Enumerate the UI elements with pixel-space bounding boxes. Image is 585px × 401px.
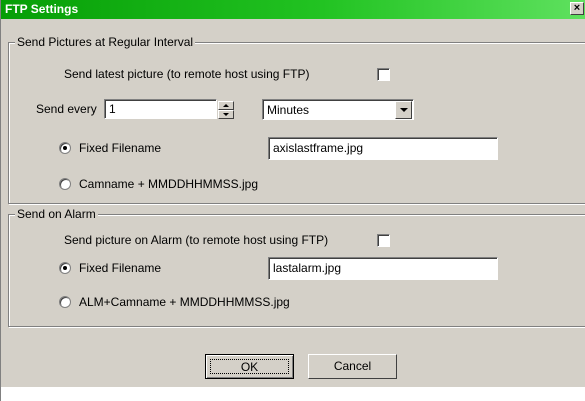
camname-radio[interactable] <box>59 178 71 190</box>
cancel-button[interactable]: Cancel <box>308 354 397 379</box>
ftp-settings-dialog: FTP Settings × Send Pictures at Regular … <box>0 0 585 401</box>
bottom-edge <box>1 387 585 401</box>
interval-unit-dropdown-button[interactable] <box>395 101 412 119</box>
send-latest-label: Send latest picture (to remote host usin… <box>64 67 310 81</box>
alarm-group-title: Send on Alarm <box>15 207 98 221</box>
alm-camname-label: ALM+Camname + MMDDHHMMSS.jpg <box>79 295 290 309</box>
interval-unit-select[interactable]: Minutes <box>262 99 414 120</box>
send-latest-checkbox[interactable] <box>377 68 390 81</box>
alarm-fixed-filename-input[interactable]: lastalarm.jpg <box>268 257 498 280</box>
arrow-up-icon <box>223 104 229 107</box>
spin-up-button[interactable] <box>218 101 234 110</box>
close-button[interactable]: × <box>570 2 584 15</box>
regular-fixed-filename-label: Fixed Filename <box>79 141 162 155</box>
send-alarm-checkbox[interactable] <box>377 234 390 247</box>
send-alarm-label: Send picture on Alarm (to remote host us… <box>64 233 329 247</box>
alm-camname-radio[interactable] <box>59 296 71 308</box>
regular-fixed-filename-radio[interactable] <box>59 142 71 154</box>
dialog-title: FTP Settings <box>5 2 79 16</box>
arrow-down-icon <box>223 113 229 116</box>
send-every-label: Send every <box>36 102 97 116</box>
ok-button-label: OK <box>210 359 289 374</box>
alarm-fixed-filename-label: Fixed Filename <box>79 261 162 275</box>
chevron-down-icon <box>400 108 408 112</box>
alarm-fixed-filename-radio[interactable] <box>59 262 71 274</box>
ok-button[interactable]: OK <box>205 354 294 379</box>
title-bar[interactable]: FTP Settings × <box>1 0 585 19</box>
regular-interval-group-title: Send Pictures at Regular Interval <box>15 35 196 49</box>
camname-label: Camname + MMDDHHMMSS.jpg <box>79 177 259 191</box>
send-every-spinner[interactable] <box>218 101 234 119</box>
send-every-input[interactable]: 1 <box>104 99 217 119</box>
close-icon: × <box>573 2 581 14</box>
regular-fixed-filename-input[interactable]: axislastframe.jpg <box>268 137 498 160</box>
spin-down-button[interactable] <box>218 110 234 119</box>
